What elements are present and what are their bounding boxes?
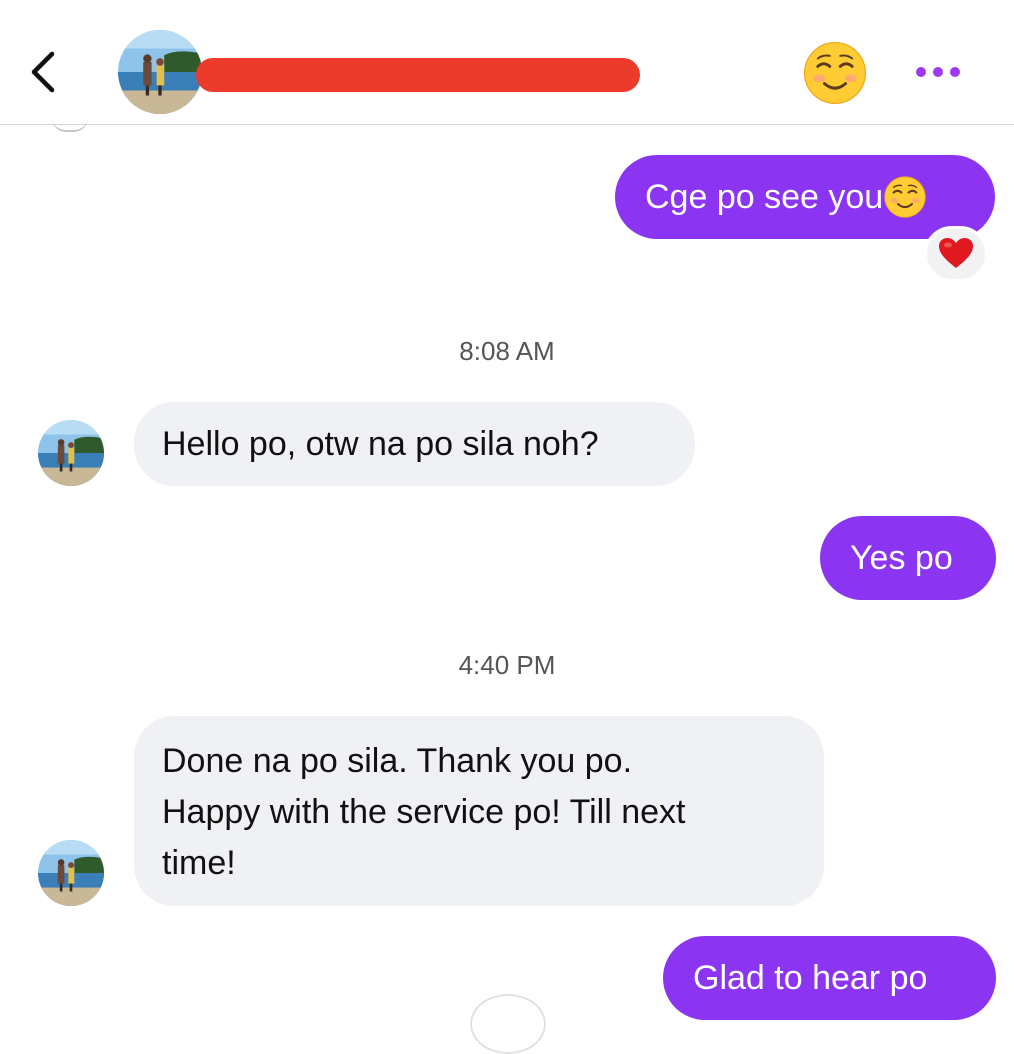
previous-message-edge bbox=[52, 118, 88, 132]
incoming-message-bubble[interactable]: Hello po, otw na po sila noh? bbox=[134, 402, 695, 486]
sender-avatar[interactable] bbox=[38, 840, 104, 906]
message-text-line: Done na po sila. Thank you po. bbox=[162, 742, 633, 780]
chevron-left-icon bbox=[31, 51, 55, 93]
conversation-header bbox=[0, 0, 1014, 132]
smiling-face-emoji-icon bbox=[883, 175, 927, 219]
outgoing-message-bubble[interactable]: Glad to hear po bbox=[663, 936, 996, 1020]
contact-avatar[interactable] bbox=[118, 30, 202, 114]
incoming-message-bubble[interactable]: Done na po sila. Thank you po. Happy wit… bbox=[134, 716, 824, 906]
outgoing-message-bubble[interactable]: Cge po see you bbox=[615, 155, 995, 239]
scroll-to-bottom-button[interactable] bbox=[470, 994, 546, 1054]
more-dots-icon bbox=[916, 67, 926, 77]
outgoing-message-bubble[interactable]: Yes po bbox=[820, 516, 996, 600]
red-heart-icon bbox=[939, 238, 973, 268]
sender-avatar[interactable] bbox=[38, 420, 104, 486]
message-text-line: time! bbox=[162, 844, 236, 882]
message-text: Hello po, otw na po sila noh? bbox=[162, 425, 599, 463]
smiling-face-emoji-icon[interactable] bbox=[802, 40, 868, 106]
message-text: Glad to hear po bbox=[693, 959, 928, 997]
message-text: Cge po see you bbox=[645, 178, 884, 216]
message-timestamp: 4:40 PM bbox=[458, 650, 556, 680]
more-options-button[interactable] bbox=[908, 54, 968, 90]
message-timestamp: 8:08 AM bbox=[459, 336, 555, 366]
contact-name-redaction bbox=[196, 58, 640, 92]
message-text: Yes po bbox=[850, 539, 953, 577]
back-button[interactable] bbox=[22, 44, 66, 100]
message-text-line: Happy with the service po! Till next bbox=[162, 793, 686, 831]
heart-reaction-badge[interactable] bbox=[924, 226, 988, 282]
